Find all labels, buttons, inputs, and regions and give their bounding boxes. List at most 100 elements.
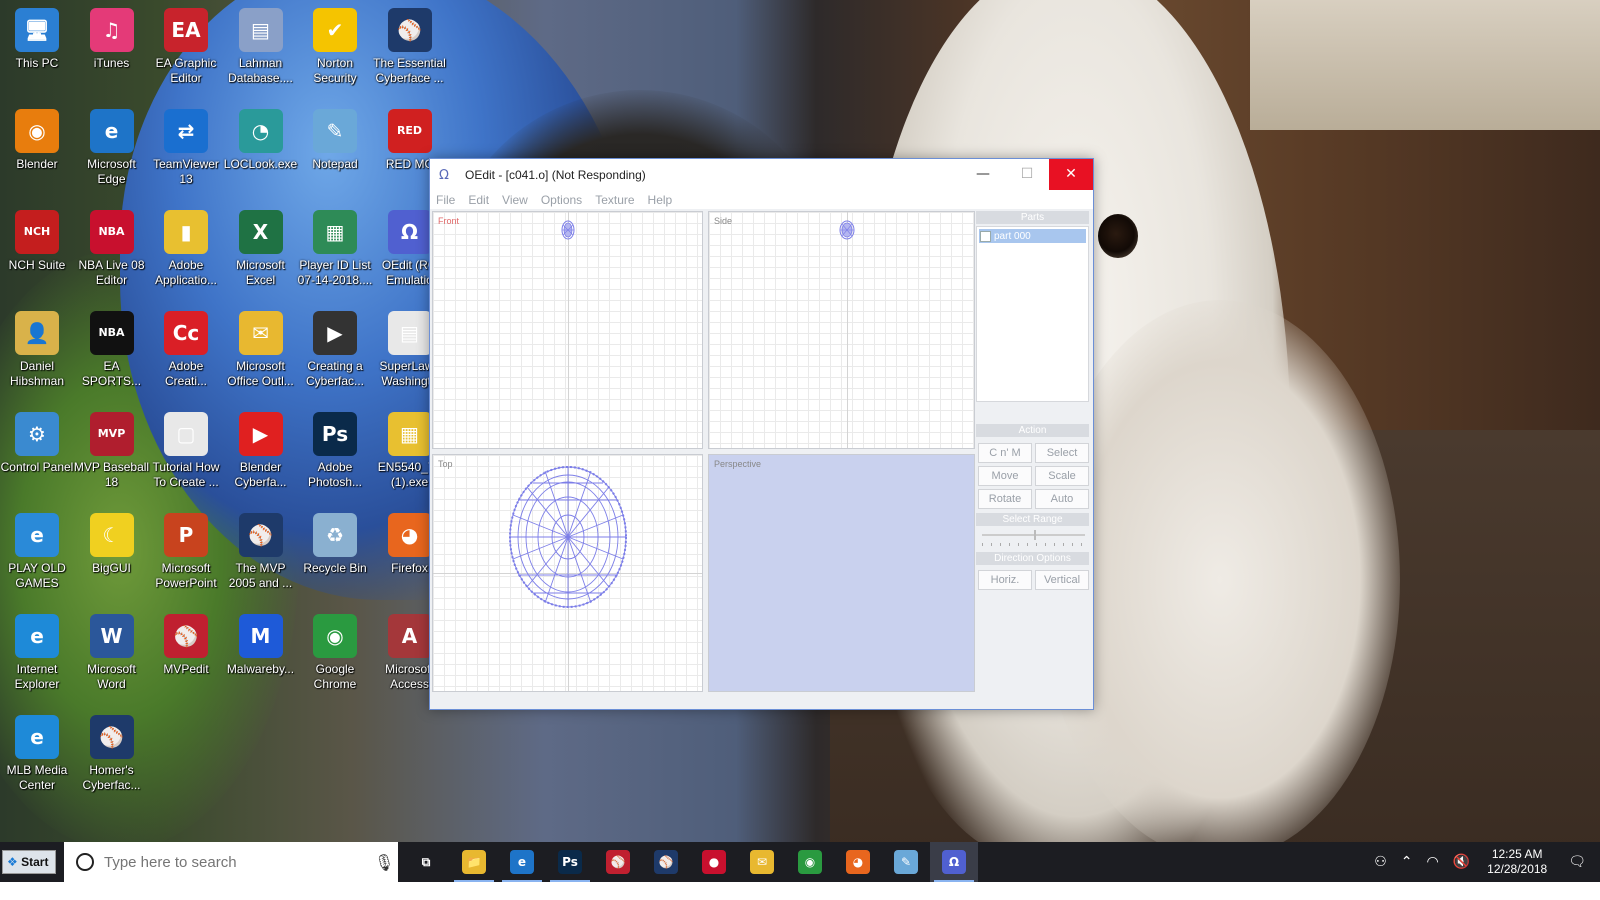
- taskbar-notepad-button[interactable]: ✎: [882, 842, 930, 882]
- desktop-icon[interactable]: e PLAY OLD GAMES: [0, 507, 75, 591]
- menu-help[interactable]: Help: [648, 191, 673, 209]
- desktop-icon[interactable]: ▢ Tutorial How To Create ...: [148, 406, 224, 490]
- move-button[interactable]: Move: [978, 466, 1032, 486]
- desktop-icon[interactable]: ⚙ Control Panel: [0, 406, 75, 475]
- desktop-icon[interactable]: ◉ Google Chrome: [297, 608, 373, 692]
- desktop-icon[interactable]: 👤 Daniel Hibshman: [0, 305, 75, 389]
- desktop-icon[interactable]: ✔ Norton Security: [297, 2, 373, 86]
- app-icon: ▤: [387, 311, 432, 355]
- slider-thumb[interactable]: [1034, 530, 1036, 540]
- desktop-icon[interactable]: ♫ iTunes: [74, 2, 150, 71]
- desktop-icon[interactable]: Ps Adobe Photosh...: [297, 406, 373, 490]
- desktop-icon-label: Google Chrome: [313, 662, 357, 691]
- desktop-icon[interactable]: MVP MVP Baseball 18: [74, 406, 150, 490]
- desktop-icon[interactable]: ▶ Blender Cyberfa...: [223, 406, 299, 490]
- part-checkbox[interactable]: [980, 230, 991, 242]
- taskbar-mvpedit-button[interactable]: ⚾: [594, 842, 642, 882]
- app-icon: Ω: [387, 210, 432, 254]
- taskbar-task-view-button[interactable]: ⧉: [402, 842, 450, 882]
- app-icon: ⚙: [15, 412, 59, 456]
- desktop-icon-label: EA Graphic Editor: [155, 56, 217, 85]
- desktop-icon[interactable]: NBA EA SPORTS...: [74, 305, 150, 389]
- taskbar-cyberface-button[interactable]: ⚾: [642, 842, 690, 882]
- desktop-icon-label: Adobe Photosh...: [307, 460, 363, 489]
- taskbar-photoshop-button[interactable]: Ps: [546, 842, 594, 882]
- desktop-icon[interactable]: NBA NBA Live 08 Editor: [74, 204, 150, 288]
- desktop-icon[interactable]: ✉ Microsoft Office Outl...: [223, 305, 299, 389]
- notifications-icon[interactable]: 🗨: [1568, 854, 1586, 870]
- scale-button[interactable]: Scale: [1035, 466, 1089, 486]
- menu-edit[interactable]: Edit: [468, 191, 489, 209]
- menu-texture[interactable]: Texture: [595, 191, 634, 209]
- taskbar-edge-button[interactable]: e: [498, 842, 546, 882]
- direction-options-header: Direction Options: [976, 552, 1089, 565]
- horizontal-button[interactable]: Horiz.: [978, 570, 1032, 590]
- desktop-icon[interactable]: ♻ Recycle Bin: [297, 507, 373, 576]
- maximize-button[interactable]: ☐: [1005, 159, 1049, 190]
- menu-file[interactable]: File: [436, 191, 455, 209]
- desktop-icon[interactable]: e Internet Explorer: [0, 608, 75, 692]
- desktop-icon[interactable]: 🖥 This PC: [0, 2, 75, 71]
- taskbar-nba-live-button[interactable]: ●: [690, 842, 738, 882]
- menu-view[interactable]: View: [502, 191, 528, 209]
- microphone-icon[interactable]: 🎙: [374, 853, 394, 872]
- side-viewport[interactable]: Side: [708, 211, 975, 449]
- select-button[interactable]: Select: [1035, 443, 1089, 463]
- chevron-up-icon[interactable]: ⌃: [1401, 854, 1413, 870]
- title-bar[interactable]: Ω OEdit - [c041.o] (Not Responding) — ☐ …: [430, 159, 1093, 191]
- desktop-icon[interactable]: e Microsoft Edge: [74, 103, 150, 187]
- desktop-icon[interactable]: X Microsoft Excel: [223, 204, 299, 288]
- desktop-icon[interactable]: ◔ LOCLook.exe: [223, 103, 299, 172]
- desktop-icon[interactable]: e MLB Media Center: [0, 709, 75, 793]
- desktop-icon[interactable]: ⚾ The MVP 2005 and ...: [223, 507, 299, 591]
- desktop-icon[interactable]: P Microsoft PowerPoint: [148, 507, 224, 591]
- oedit-icon: Ω: [439, 167, 449, 183]
- select-range-slider[interactable]: [980, 528, 1087, 550]
- desktop-icon[interactable]: ⚾ MVPedit: [148, 608, 224, 677]
- front-viewport[interactable]: Front: [432, 211, 703, 449]
- nba-live-icon: ●: [702, 850, 726, 874]
- cnm-button[interactable]: C n' M: [978, 443, 1032, 463]
- desktop-icon[interactable]: ▦ Player ID List 07-14-2018....: [297, 204, 373, 288]
- start-button[interactable]: ❖ Start: [2, 850, 56, 874]
- outlook-icon: ✉: [750, 850, 774, 874]
- taskbar-oedit-button[interactable]: Ω: [930, 842, 978, 882]
- desktop-icon[interactable]: Cc Adobe Creati...: [148, 305, 224, 389]
- desktop-icon[interactable]: ▮ Adobe Applicatio...: [148, 204, 224, 288]
- perspective-viewport[interactable]: Perspective: [708, 454, 975, 692]
- desktop-icon[interactable]: M Malwareby...: [223, 608, 299, 677]
- search-box[interactable]: 🎙: [64, 842, 398, 882]
- auto-button[interactable]: Auto: [1035, 489, 1089, 509]
- menu-options[interactable]: Options: [541, 191, 582, 209]
- close-button[interactable]: ✕: [1049, 159, 1093, 190]
- top-viewport[interactable]: Top: [432, 454, 703, 692]
- desktop-icon[interactable]: NCH NCH Suite: [0, 204, 75, 273]
- rotate-button[interactable]: Rotate: [978, 489, 1032, 509]
- desktop-icon[interactable]: ◉ Blender: [0, 103, 75, 172]
- part-item[interactable]: part 000: [979, 229, 1086, 243]
- start-label: Start: [21, 855, 49, 869]
- desktop-icon-label: LOCLook.exe: [223, 157, 298, 171]
- desktop-icon[interactable]: ▶ Creating a Cyberfac...: [297, 305, 373, 389]
- wifi-icon[interactable]: ◠: [1427, 854, 1439, 870]
- clock[interactable]: 12:25 AM 12/28/2018: [1487, 847, 1547, 877]
- taskbar-firefox-button[interactable]: ◕: [834, 842, 882, 882]
- desktop-icon[interactable]: ✎ Notepad: [297, 103, 373, 172]
- search-input[interactable]: [104, 853, 374, 871]
- taskbar-file-explorer-button[interactable]: 📁: [450, 842, 498, 882]
- desktop-icon[interactable]: ▤ Lahman Database....: [223, 2, 299, 86]
- volume-muted-icon[interactable]: 🔇: [1453, 854, 1470, 870]
- oedit-window[interactable]: Ω OEdit - [c041.o] (Not Responding) — ☐ …: [429, 158, 1094, 710]
- taskbar-outlook-button[interactable]: ✉: [738, 842, 786, 882]
- desktop-icon[interactable]: ⇄ TeamViewer 13: [148, 103, 224, 187]
- taskbar-chrome-button[interactable]: ◉: [786, 842, 834, 882]
- desktop-icon[interactable]: ☾ BigGUI: [74, 507, 150, 576]
- desktop-icon[interactable]: W Microsoft Word: [74, 608, 150, 692]
- desktop-icon[interactable]: ⚾ The Essential Cyberface ...: [372, 2, 448, 86]
- parts-list[interactable]: part 000: [976, 226, 1089, 402]
- minimize-button[interactable]: —: [961, 159, 1005, 190]
- desktop-icon[interactable]: EA EA Graphic Editor: [148, 2, 224, 86]
- vertical-button[interactable]: Vertical: [1035, 570, 1089, 590]
- people-icon[interactable]: ⚇: [1374, 854, 1387, 870]
- desktop-icon[interactable]: ⚾ Homer's Cyberfac...: [74, 709, 150, 793]
